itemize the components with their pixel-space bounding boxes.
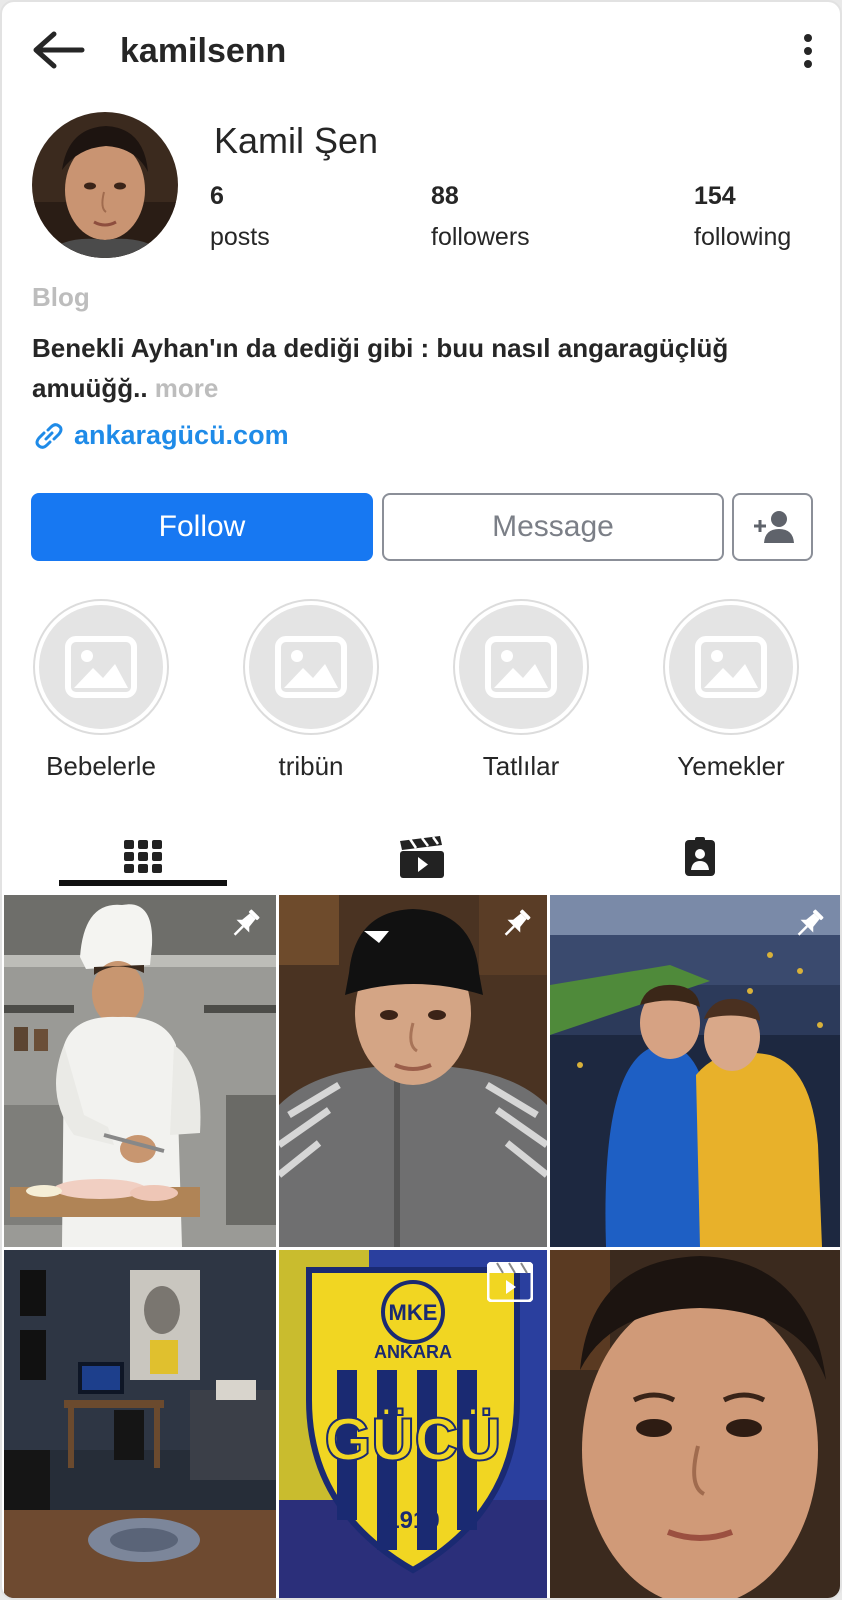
profile-category: Blog [32,282,90,312]
crest-main-text: GÜCÜ [325,1406,502,1473]
highlight-item[interactable]: tribün [241,599,381,782]
follow-button[interactable]: Follow [31,493,373,561]
username-title: kamilsenn [120,32,287,70]
full-name: Kamil Şen [214,120,379,161]
stat-label: following [694,223,792,251]
stat-label: followers [431,223,530,251]
highlight-ring [243,599,379,735]
reels-icon [400,836,444,878]
profile-screen: kamilsenn Kamil Şen 6 posts 88 followers… [0,0,842,1600]
highlight-label: Tatlılar [482,751,560,781]
highlight-ring [453,599,589,735]
pin-icon [797,909,824,936]
stat-label: posts [210,223,270,251]
crest-middle-text: ANKARA [374,1342,452,1362]
post-tile[interactable] [4,895,276,1247]
tab-reels[interactable] [394,832,450,882]
post-tile[interactable] [550,895,840,1247]
highlight-label: Yemekler [677,751,785,781]
add-user-icon [753,511,794,543]
grid-icon [124,840,162,873]
top-bar: kamilsenn [2,2,840,102]
highlight-label: Bebelerle [46,751,156,781]
link-icon [35,422,63,449]
stat-value: 6 [210,182,224,210]
stat-value: 88 [431,182,459,210]
stat-posts[interactable]: 6 posts [210,182,270,252]
website-link[interactable]: ankaragücü.com [32,420,289,451]
stat-value: 154 [694,182,736,210]
post-tile[interactable] [279,895,547,1247]
post-tile[interactable] [550,1250,840,1598]
stat-followers[interactable]: 88 followers [431,182,530,252]
pin-icon [233,909,260,936]
suggest-user-button[interactable] [732,493,813,561]
image-placeholder-icon [459,605,583,729]
tab-grid[interactable] [115,832,171,882]
avatar[interactable] [32,112,178,258]
post-tile[interactable] [4,1250,276,1598]
crest-year-text: 1910 [386,1507,439,1534]
highlight-item[interactable]: Bebelerle [31,599,171,782]
more-vertical-icon[interactable] [796,30,820,74]
website-link-text: ankaragücü.com [74,420,289,450]
bio-text: Benekli Ayhan'ın da dediği gibi : buu na… [32,328,812,408]
highlight-ring [33,599,169,735]
post-tile[interactable]: MKE ANKARA GÜCÜ 1910 [279,1250,547,1598]
message-button[interactable]: Message [382,493,724,561]
highlight-item[interactable]: Yemekler [661,599,801,782]
bio-body: Benekli Ayhan'ın da dediği gibi : buu na… [32,333,729,403]
active-tab-indicator [59,880,227,886]
crest-top-text: MKE [389,1300,438,1325]
tagged-icon [685,837,715,876]
arrow-left-icon[interactable] [30,30,86,70]
bio-more-link[interactable]: more [155,373,219,403]
image-placeholder-icon [39,605,163,729]
reels-icon [487,1262,533,1302]
content-tabs [2,822,840,894]
highlight-ring [663,599,799,735]
tab-tagged[interactable] [672,832,728,882]
posts-grid: MKE ANKARA GÜCÜ 1910 [4,895,840,1598]
highlight-label: tribün [278,751,344,781]
stat-following[interactable]: 154 following [694,182,791,252]
highlight-item[interactable]: Tatlılar [451,599,591,782]
pin-icon [504,909,531,936]
image-placeholder-icon [249,605,373,729]
image-placeholder-icon [669,605,793,729]
